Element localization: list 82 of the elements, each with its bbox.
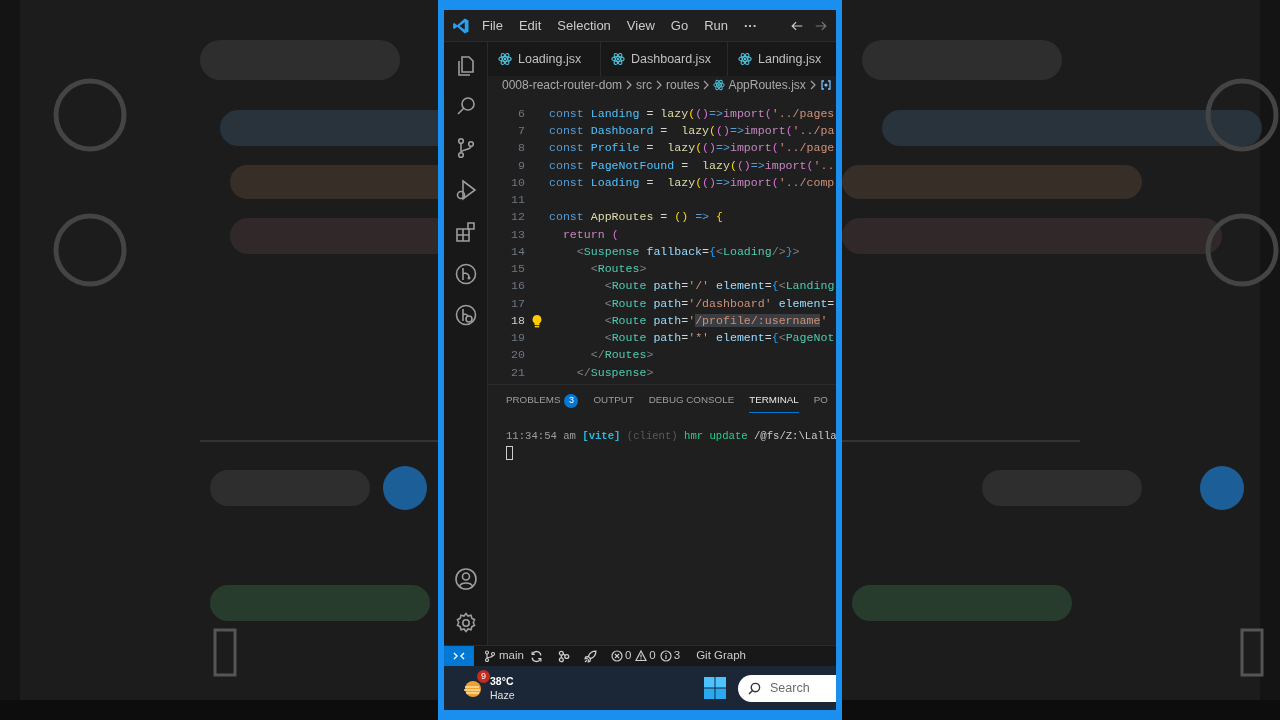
error-icon (610, 650, 623, 662)
menu-item[interactable]: Run (702, 15, 730, 36)
menu-item[interactable]: Go (668, 15, 691, 36)
lightbulb-icon[interactable] (531, 313, 543, 328)
line-number: 10 (510, 174, 525, 191)
rocket-icon[interactable] (583, 649, 597, 663)
menu-item[interactable]: File (480, 15, 505, 36)
line-number: 11 (510, 192, 525, 209)
sync-icon[interactable] (529, 649, 543, 663)
panel-tab[interactable]: OUTPUT (593, 389, 634, 413)
react-icon (611, 52, 625, 66)
terminal-cursor (506, 446, 513, 460)
react-icon (498, 52, 512, 66)
symbol-icon (819, 79, 832, 91)
panel-tab[interactable]: PROBLEMS 3 (506, 389, 579, 413)
chevron-icon (655, 80, 664, 90)
windows-start-icon[interactable] (704, 677, 726, 699)
branch-circle-icon[interactable] (453, 262, 478, 286)
menu-item[interactable]: Selection (555, 15, 613, 36)
chevron-icon (702, 80, 711, 90)
branch-settings-icon[interactable] (453, 303, 478, 327)
line-number: 21 (510, 364, 525, 381)
chevron-icon (808, 80, 817, 90)
vscode-logo-icon (452, 16, 470, 35)
branch-icon (484, 650, 496, 662)
code-line: <Route path='/dashboard' element= (603, 295, 835, 312)
react-icon (713, 79, 726, 91)
line-number: 16 (510, 278, 525, 295)
code-line: <Route path='/profile/:username' (603, 312, 828, 329)
git-graph-button[interactable]: Git Graph (696, 647, 746, 665)
problems-button[interactable]: 0 0 3 (610, 647, 681, 665)
code-line: const PageNotFound = lazy(()=>import('.. (549, 157, 835, 174)
remote-icon (453, 650, 465, 662)
code-line: </Routes> (589, 347, 654, 364)
menu-item[interactable]: Edit (516, 15, 544, 36)
line-number: 6 (517, 105, 525, 122)
weather-condition-text: Haze (490, 688, 515, 702)
line-number: 13 (510, 226, 525, 243)
line-number: 7 (517, 123, 525, 140)
code-line: const Profile = lazy(()=>import('../page (549, 140, 835, 157)
breadcrumb-item[interactable]: routes (666, 76, 700, 94)
code-line: const AppRoutes = () => { (549, 209, 723, 226)
line-number: 14 (510, 243, 525, 260)
account-icon[interactable] (453, 567, 478, 591)
temperature-text: 38°C (490, 674, 515, 688)
terminal-line: 11:34:54 am [vite] (client) hmr update /@fs/Z:\Lalla (506, 429, 836, 443)
code-line: <Route path='*' element={<PageNot (603, 330, 835, 347)
breadcrumb-item[interactable]: AppRoutes.jsx (728, 76, 806, 94)
code-line: const Loading = lazy(()=>import('../comp (549, 174, 835, 191)
panel-tab[interactable]: DEBUG CONSOLE (648, 389, 735, 413)
code-line: return ( (561, 226, 619, 243)
code-line: <Suspense fallback={<Loading/>}> (575, 243, 800, 260)
line-number: 18 (510, 312, 525, 329)
line-number: 19 (510, 330, 525, 347)
extensions-icon[interactable] (453, 220, 478, 244)
code-line: <Route path='/' element={<Landing (603, 278, 835, 295)
notification-badge: 9 (477, 670, 490, 683)
code-line: const Landing = lazy(()=>import('../pages (549, 105, 835, 122)
breadcrumb-item[interactable]: src (636, 76, 653, 94)
line-number: 8 (517, 140, 525, 157)
breadcrumb-item[interactable]: 0008-react-router-dom (502, 76, 623, 94)
menu-item[interactable]: View (624, 15, 657, 36)
debug-graph-icon[interactable] (556, 649, 570, 663)
more-menu-button[interactable]: ··· (744, 15, 757, 36)
line-number: 15 (510, 261, 525, 278)
line-number: 9 (517, 157, 525, 174)
panel-tab[interactable]: TERMINAL (749, 389, 799, 413)
count-badge: 3 (564, 393, 579, 408)
line-number: 12 (510, 209, 525, 226)
panel-tab[interactable]: PO (813, 389, 828, 413)
search-field[interactable]: Search (738, 674, 836, 702)
search-icon (748, 681, 761, 695)
line-number: 17 (510, 295, 525, 312)
code-line: const Dashboard = lazy(()=>import('../pa (549, 123, 835, 140)
branch-button[interactable]: main (484, 647, 524, 665)
warning-icon (635, 650, 648, 662)
code-line: <Routes> (589, 261, 647, 278)
chevron-icon (625, 80, 634, 90)
react-icon (738, 52, 752, 66)
info-icon (659, 650, 672, 662)
code-line: </Suspense> (575, 364, 654, 381)
line-number: 20 (510, 347, 525, 364)
